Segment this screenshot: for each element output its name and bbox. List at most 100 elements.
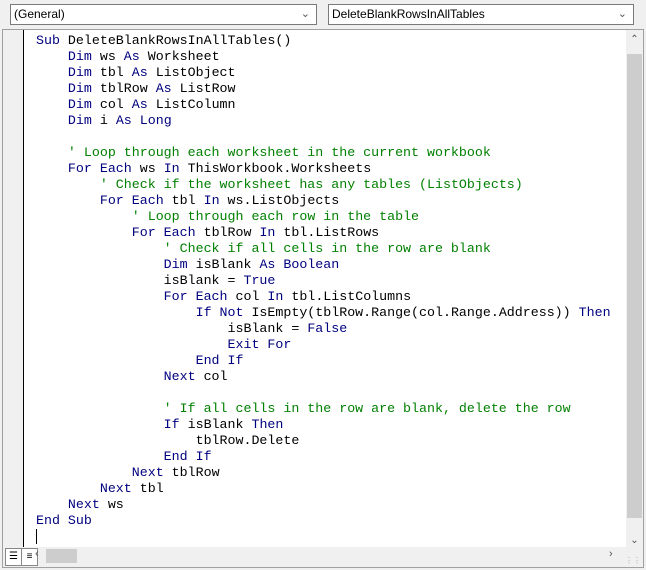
horizontal-scrollbar[interactable]: ☰ ≡ ‹ › ⋮⋮ (3, 547, 643, 567)
keyword: As Boolean (259, 257, 340, 272)
code-text: col (99, 97, 132, 112)
resize-grip-icon[interactable]: ⋮⋮ (625, 556, 641, 565)
code-text: ws (99, 49, 124, 64)
chevron-down-icon[interactable]: ⌄ (301, 5, 310, 24)
code-text: tblRow (203, 225, 260, 240)
code-text: i (99, 113, 116, 128)
code-text: ws.ListObjects (227, 193, 340, 208)
code-text: isBlank (187, 417, 252, 432)
code-line: For Each ws In ThisWorkbook.Worksheets (36, 161, 611, 177)
code-line: Next tblRow (36, 465, 611, 481)
keyword: For Each (163, 289, 236, 304)
keyword: As Long (115, 113, 172, 128)
code-text: tbl.ListRows (283, 225, 380, 240)
keyword: Dim (67, 49, 100, 64)
comment: ' Check if all cells in the row are blan… (163, 241, 491, 256)
margin-indicator-bar[interactable] (3, 30, 24, 547)
code-text: tblRow.Delete (36, 433, 300, 448)
code-line: Next col (36, 369, 611, 385)
code-line: Dim tbl As ListObject (36, 65, 611, 81)
code-text: ws (107, 497, 124, 512)
code-text: ListColumn (155, 97, 236, 112)
code-text: col (235, 289, 268, 304)
code-text: isBlank = (36, 321, 308, 336)
code-line: Exit For (36, 337, 611, 353)
vertical-scroll-thumb[interactable] (627, 54, 642, 518)
keyword: If Not (195, 305, 252, 320)
procedure-dropdown[interactable]: DeleteBlankRowsInAllTables ⌄ (328, 4, 634, 25)
object-dropdown-value: (General) (14, 7, 65, 21)
code-line: tblRow.Delete (36, 433, 611, 449)
vertical-scrollbar[interactable]: ⌃ ⌄ (626, 30, 643, 550)
keyword: End If (163, 449, 212, 464)
keyword: Sub (36, 33, 68, 48)
code-line: For Each tblRow In tbl.ListRows (36, 225, 611, 241)
procedure-view-icon[interactable]: ☰ (5, 548, 22, 566)
keyword: In (163, 161, 188, 176)
keyword: Dim (67, 65, 100, 80)
keyword: Dim (67, 97, 100, 112)
code-line: isBlank = True (36, 273, 611, 289)
comment: ' Loop through each worksheet in the cur… (67, 145, 491, 160)
code-text: tbl.ListColumns (291, 289, 412, 304)
scroll-left-icon[interactable]: ‹ (35, 548, 39, 560)
code-line: If Not IsEmpty(tblRow.Range(col.Range.Ad… (36, 305, 611, 321)
procedure-dropdown-value: DeleteBlankRowsInAllTables (332, 7, 485, 21)
scroll-right-icon[interactable]: › (609, 548, 613, 560)
code-line: ' Check if the worksheet has any tables … (36, 177, 611, 193)
code-text: tbl (139, 481, 164, 496)
keyword: Dim (163, 257, 196, 272)
keyword: As (131, 65, 156, 80)
code-editor[interactable]: Sub DeleteBlankRowsInAllTables() Dim ws … (36, 33, 611, 545)
comment: ' If all cells in the row are blank, del… (163, 401, 571, 416)
keyword: False (307, 321, 348, 336)
code-text: tbl (99, 65, 132, 80)
keyword: End Sub (36, 513, 92, 528)
chevron-down-icon[interactable]: ⌄ (618, 5, 627, 24)
comment: ' Check if the worksheet has any tables … (99, 177, 523, 192)
horizontal-scroll-thumb[interactable] (46, 549, 77, 563)
scroll-up-icon[interactable]: ⌃ (626, 34, 643, 45)
code-line: isBlank = False (36, 321, 611, 337)
code-line: ' Check if all cells in the row are blan… (36, 241, 611, 257)
code-text: ws (139, 161, 164, 176)
comment: ' Loop through each row in the table (131, 209, 420, 224)
keyword: As (131, 97, 156, 112)
code-line: End Sub (36, 513, 611, 529)
code-text: ListRow (179, 81, 236, 96)
code-line: If isBlank Then (36, 417, 611, 433)
code-line: Dim col As ListColumn (36, 97, 611, 113)
keyword: As (155, 81, 180, 96)
keyword: Dim (67, 81, 100, 96)
code-line: For Each tbl In ws.ListObjects (36, 193, 611, 209)
code-line: Dim i As Long (36, 113, 611, 129)
code-text: tblRow (171, 465, 220, 480)
code-text: DeleteBlankRowsInAllTables() (67, 33, 292, 48)
code-line: End If (36, 353, 611, 369)
keyword: Then (578, 305, 611, 320)
keyword: For Each (67, 161, 140, 176)
scroll-down-icon[interactable]: ⌄ (626, 535, 643, 546)
code-text: col (203, 369, 228, 384)
code-line: ' Loop through each row in the table (36, 209, 611, 225)
keyword: Next (131, 465, 172, 480)
object-dropdown[interactable]: (General) ⌄ (10, 4, 317, 25)
